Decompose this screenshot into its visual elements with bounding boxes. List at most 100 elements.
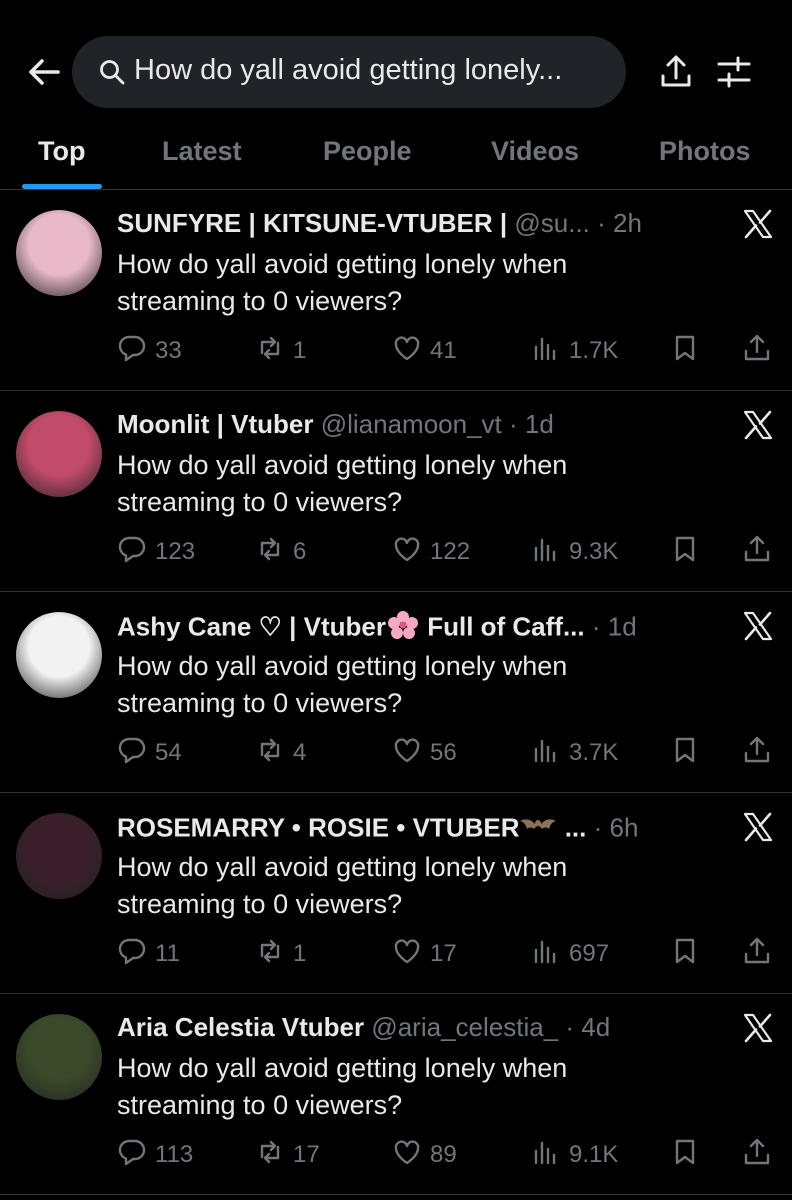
tab-videos[interactable]: Videos — [491, 136, 579, 167]
bookmark-button[interactable] — [670, 535, 708, 569]
post-actions: 11 1 17 697 — [0, 937, 792, 971]
share-icon — [742, 936, 780, 973]
tab-latest[interactable]: Latest — [162, 136, 242, 167]
share-icon[interactable] — [658, 54, 694, 90]
cherry-blossom-icon — [386, 610, 420, 647]
x-logo-icon — [743, 410, 773, 440]
views-button[interactable]: 9.1K — [531, 1138, 618, 1172]
heart-icon — [392, 735, 430, 772]
like-button[interactable]: 122 — [392, 535, 470, 569]
share-post-button[interactable] — [742, 334, 780, 368]
repost-button[interactable]: 1 — [255, 937, 306, 971]
view-count: 9.1K — [569, 1141, 619, 1168]
post-text: How do yall avoid getting lonely when st… — [117, 1053, 568, 1120]
share-post-button[interactable] — [742, 736, 780, 770]
like-count: 122 — [430, 538, 471, 565]
repost-button[interactable]: 4 — [255, 736, 306, 770]
reply-button[interactable]: 54 — [117, 736, 182, 770]
share-post-button[interactable] — [742, 535, 780, 569]
views-button[interactable]: 9.3K — [531, 535, 618, 569]
reply-count: 33 — [155, 337, 182, 364]
avatar[interactable] — [16, 411, 102, 497]
tab-photos[interactable]: Photos — [659, 136, 751, 167]
post-header: Moonlit | Vtuber @lianamoon_vt · 1d — [117, 409, 717, 440]
handle-and-time: @su... · 2h — [514, 208, 642, 238]
display-name[interactable]: ROSEMARRY • ROSIE • VTUBER — [117, 812, 519, 842]
back-arrow-icon[interactable] — [24, 52, 64, 92]
view-count: 697 — [569, 940, 610, 967]
display-name[interactable]: Moonlit | Vtuber — [117, 409, 313, 439]
views-icon — [531, 333, 569, 370]
avatar[interactable] — [16, 813, 102, 899]
bookmark-button[interactable] — [670, 1138, 708, 1172]
reply-button[interactable]: 123 — [117, 535, 195, 569]
tab-people[interactable]: People — [323, 136, 412, 167]
views-button[interactable]: 3.7K — [531, 736, 618, 770]
reply-icon — [117, 735, 155, 772]
like-count: 41 — [430, 337, 457, 364]
share-post-button[interactable] — [742, 1138, 780, 1172]
post-card[interactable]: Aria Celestia Vtuber @aria_celestia_ · 4… — [0, 994, 792, 1195]
display-name[interactable]: SUNFYRE | KITSUNE-VTUBER | — [117, 208, 507, 238]
views-icon — [531, 735, 569, 772]
bookmark-button[interactable] — [670, 937, 708, 971]
filter-settings-icon[interactable] — [716, 54, 752, 90]
post-card[interactable]: SUNFYRE | KITSUNE-VTUBER | @su... · 2h H… — [0, 190, 792, 391]
post-header: Aria Celestia Vtuber @aria_celestia_ · 4… — [117, 1012, 717, 1043]
avatar[interactable] — [16, 612, 102, 698]
post-text: How do yall avoid getting lonely when st… — [117, 450, 568, 517]
display-name-suffix[interactable]: ... — [557, 812, 587, 842]
bookmark-button[interactable] — [670, 736, 708, 770]
post-card[interactable]: Ashy Cane ♡ | Vtuber Full of Caff... · 1… — [0, 592, 792, 793]
repost-count: 1 — [293, 940, 307, 967]
heart-icon — [392, 936, 430, 973]
like-count: 89 — [430, 1141, 457, 1168]
bookmark-icon — [670, 333, 708, 370]
like-button[interactable]: 41 — [392, 334, 457, 368]
tab-top[interactable]: Top — [38, 136, 85, 167]
repost-icon — [255, 735, 293, 772]
display-name[interactable]: Ashy Cane ♡ | Vtuber — [117, 611, 386, 641]
share-icon — [742, 534, 780, 571]
post-card[interactable]: Moonlit | Vtuber @lianamoon_vt · 1d How … — [0, 391, 792, 592]
share-post-button[interactable] — [742, 937, 780, 971]
search-tabs: Top Latest People Videos Photos — [0, 112, 792, 190]
x-logo-icon — [743, 611, 773, 641]
repost-count: 1 — [293, 337, 307, 364]
display-name-suffix[interactable]: Full of Caff... — [420, 611, 584, 641]
handle-and-time: @lianamoon_vt · 1d — [320, 409, 554, 439]
reply-icon — [117, 1137, 155, 1174]
active-tab-indicator — [22, 184, 102, 189]
reply-count: 123 — [155, 538, 196, 565]
like-button[interactable]: 17 — [392, 937, 457, 971]
like-count: 56 — [430, 739, 457, 766]
repost-button[interactable]: 6 — [255, 535, 306, 569]
heart-icon — [392, 1137, 430, 1174]
views-icon — [531, 936, 569, 973]
bookmark-button[interactable] — [670, 334, 708, 368]
reply-count: 113 — [155, 1141, 194, 1168]
views-button[interactable]: 697 — [531, 937, 609, 971]
search-icon — [100, 60, 125, 85]
avatar[interactable] — [16, 210, 102, 296]
search-bar[interactable]: How do yall avoid getting lonely... — [72, 36, 626, 108]
repost-button[interactable]: 1 — [255, 334, 306, 368]
reply-count: 54 — [155, 739, 182, 766]
post-text: How do yall avoid getting lonely when st… — [117, 249, 568, 316]
x-logo-icon — [743, 209, 773, 239]
post-card[interactable]: ROSEMARRY • ROSIE • VTUBER ... · 6h How … — [0, 793, 792, 994]
display-name[interactable]: Aria Celestia Vtuber — [117, 1012, 364, 1042]
post-text: How do yall avoid getting lonely when st… — [117, 651, 568, 718]
repost-button[interactable]: 17 — [255, 1138, 320, 1172]
bat-icon — [519, 811, 557, 848]
avatar[interactable] — [16, 1014, 102, 1100]
like-button[interactable]: 89 — [392, 1138, 457, 1172]
reply-button[interactable]: 113 — [117, 1138, 193, 1172]
views-icon — [531, 534, 569, 571]
reply-button[interactable]: 11 — [117, 937, 180, 971]
views-icon — [531, 1137, 569, 1174]
views-button[interactable]: 1.7K — [531, 334, 618, 368]
reply-button[interactable]: 33 — [117, 334, 182, 368]
search-query[interactable]: How do yall avoid getting lonely... — [134, 54, 562, 87]
like-button[interactable]: 56 — [392, 736, 457, 770]
